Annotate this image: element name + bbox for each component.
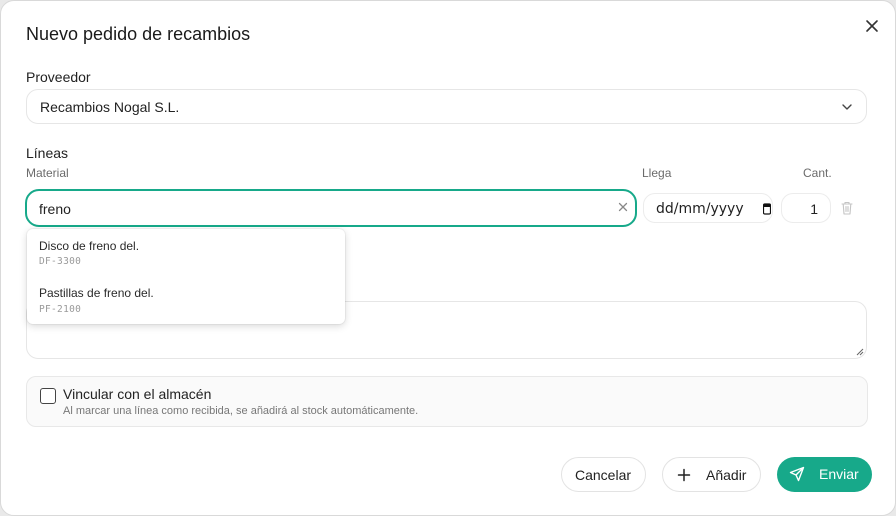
lines-label: Líneas (26, 145, 69, 161)
resize-grip-icon[interactable] (856, 348, 864, 356)
dialog-title: Nuevo pedido de recambios (26, 24, 251, 44)
warehouse-link-title: Vincular con el almacén (63, 386, 212, 402)
warehouse-link-checkbox[interactable] (40, 388, 56, 404)
material-column-label: Material (26, 166, 69, 180)
material-input[interactable]: freno (25, 189, 637, 227)
warehouse-link-panel: Vincular con el almacén Al marcar una lí… (26, 376, 868, 427)
add-line-button-label: Añadir (706, 467, 747, 483)
chevron-down-icon (842, 104, 852, 110)
plus-icon (677, 468, 691, 482)
suggestion-code: PF-2100 (39, 304, 82, 315)
suggestion-option[interactable]: Pastillas de freno del. PF-2100 (27, 276, 345, 322)
suggestion-name: Pastillas de freno del. (39, 286, 154, 300)
add-line-button[interactable]: Añadir (662, 457, 761, 492)
suggestion-option[interactable]: Disco de freno del. DF-3300 (27, 229, 345, 275)
suggestion-code: DF-3300 (39, 256, 82, 267)
cancel-button[interactable]: Cancelar (561, 457, 646, 492)
send-button[interactable]: Enviar (777, 457, 872, 492)
qty-column-label: Cant. (803, 166, 832, 180)
arrival-column-label: Llega (642, 166, 672, 180)
supplier-value: Recambios Nogal S.L. (40, 99, 180, 115)
close-icon[interactable] (861, 15, 883, 37)
warehouse-link-help: Al marcar una línea como recibida, se añ… (63, 405, 419, 417)
send-button-label: Enviar (819, 466, 859, 482)
supplier-select[interactable]: Recambios Nogal S.L. (26, 89, 867, 124)
date-placeholder: dd/mm/yyyy (656, 201, 744, 217)
suggestion-dropdown: Disco de freno del. DF-3300 Pastillas de… (27, 229, 345, 324)
quantity-value: 1 (810, 201, 818, 217)
arrival-date-input[interactable]: dd/mm/yyyy (643, 193, 773, 223)
material-input-value: freno (39, 201, 71, 217)
quantity-input[interactable]: 1 (781, 193, 831, 223)
suggestion-name: Disco de freno del. (39, 239, 140, 253)
cancel-button-label: Cancelar (575, 467, 632, 483)
calendar-icon[interactable] (763, 203, 771, 215)
trash-icon[interactable] (839, 200, 855, 216)
supplier-label: Proveedor (26, 69, 91, 85)
clear-icon[interactable] (616, 200, 630, 214)
new-order-dialog: Nuevo pedido de recambios Proveedor Reca… (0, 0, 896, 516)
send-icon (789, 466, 805, 482)
